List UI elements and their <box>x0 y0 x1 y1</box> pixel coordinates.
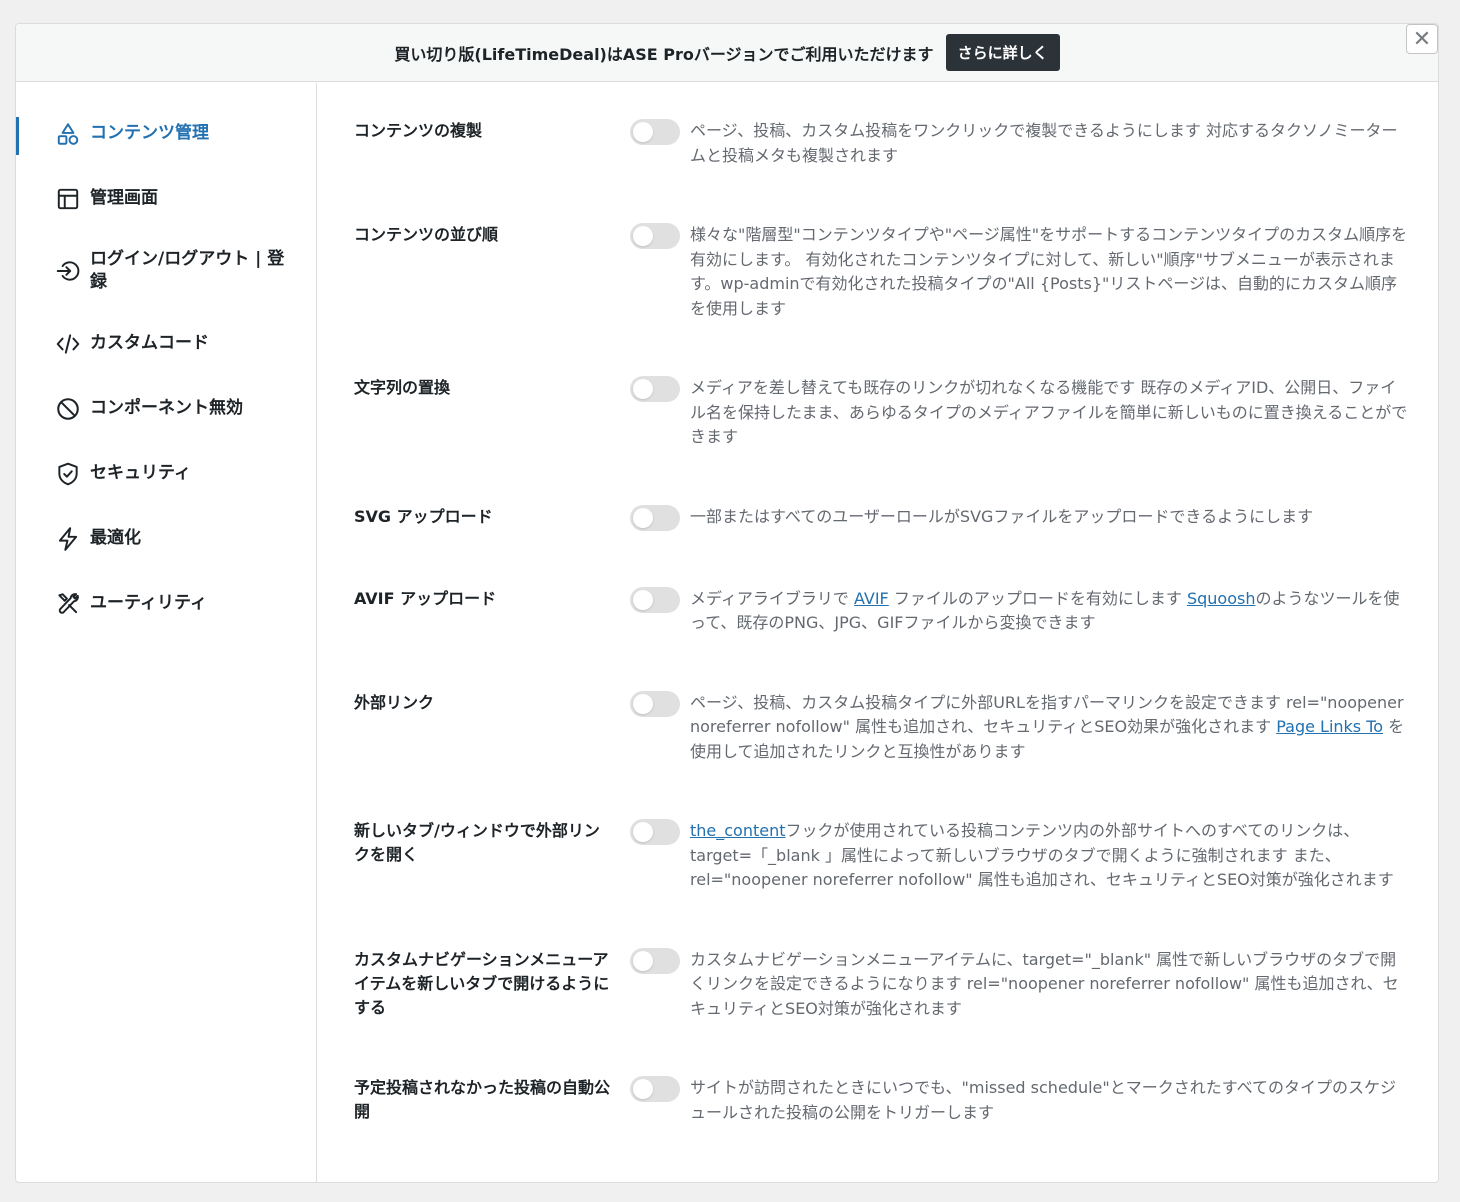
setting-row: カスタムナビゲーションメニューアイテムを新しいタブで開けるようにする カスタムナ… <box>354 947 1408 1022</box>
string-replace-toggle[interactable] <box>630 376 680 402</box>
setting-row: コンテンツの並び順 様々な"階層型"コンテンツタイプや"ページ属性"をサポートす… <box>354 223 1408 321</box>
learn-more-button[interactable]: さらに詳しく <box>945 34 1060 71</box>
setting-description: メディアを差し替えても既存のリンクが切れなくなる機能です 既存のメディアID、公… <box>690 376 1408 450</box>
setting-title: コンテンツの並び順 <box>354 225 499 244</box>
setting-title: AVIF アップロード <box>354 588 497 608</box>
settings-content: コンテンツの複製 ページ、投稿、カスタム投稿をワンクリックで複製できるようにしま… <box>318 83 1438 1182</box>
sidebar-item-disable-components[interactable]: コンポーネント無効 <box>16 376 316 441</box>
sidebar-item-admin-interface[interactable]: 管理画面 <box>16 166 316 231</box>
external-links-toggle[interactable] <box>630 690 680 717</box>
sidebar-item-custom-code[interactable]: カスタムコード <box>16 311 316 376</box>
promo-banner: 買い切り版(LifeTimeDeal)はASE Proバージョンでご利用いただけ… <box>16 24 1438 82</box>
description-text: メディアを差し替えても既存のリンクが切れなくなる機能です 既存のメディアID、公… <box>690 378 1408 446</box>
shapes-icon <box>54 120 82 148</box>
setting-title: カスタムナビゲーションメニューアイテムを新しいタブで開けるようにする <box>354 949 610 1017</box>
sidebar-item-content-management[interactable]: コンテンツ管理 <box>16 101 316 166</box>
squoosh-link[interactable]: Squoosh <box>1187 589 1256 608</box>
shield-check-icon <box>54 460 82 488</box>
setting-row: コンテンツの複製 ページ、投稿、カスタム投稿をワンクリックで複製できるようにしま… <box>354 119 1408 168</box>
setting-title: 外部リンク <box>354 692 435 712</box>
custom-nav-new-tab-toggle[interactable] <box>630 947 680 974</box>
page-links-to-link[interactable]: Page Links To <box>1276 717 1383 736</box>
sidebar-item-label: 最適化 <box>90 528 141 549</box>
description-text: ページ、投稿、カスタム投稿をワンクリックで複製できるようにします 対応するタクソ… <box>690 121 1398 165</box>
setting-description: the_contentフックが使用されている投稿コンテンツ内の外部サイトへのすべ… <box>690 819 1408 893</box>
the-content-link[interactable]: the_content <box>690 821 786 840</box>
svg-upload-toggle[interactable] <box>630 504 680 531</box>
setting-title: 文字列の置換 <box>354 378 451 397</box>
sidebar-item-label: コンポーネント無効 <box>90 398 243 419</box>
description-text: カスタムナビゲーションメニューアイテムに、target="_blank" 属性で… <box>690 949 1399 1018</box>
sidebar-item-optimization[interactable]: 最適化 <box>16 506 316 571</box>
setting-description: メディアライブラリで AVIF ファイルのアップロードを有効にします Squoo… <box>690 587 1408 636</box>
layout-icon <box>54 185 82 213</box>
setting-title: 予定投稿されなかった投稿の自動公開 <box>354 1078 611 1121</box>
sidebar-item-label: カスタムコード <box>90 333 209 354</box>
missed-schedule-publish-toggle[interactable] <box>630 1076 680 1102</box>
close-button[interactable]: ✕ <box>1406 24 1438 54</box>
description-text: 一部またはすべてのユーザーロールがSVGファイルをアップロードできるようにします <box>690 506 1314 526</box>
content-order-toggle[interactable] <box>630 223 680 249</box>
setting-row: 新しいタブ/ウィンドウで外部リンクを開く the_contentフックが使用され… <box>354 819 1408 893</box>
ban-icon <box>54 395 82 423</box>
open-external-links-new-tab-toggle[interactable] <box>630 819 680 845</box>
content-duplication-toggle[interactable] <box>630 119 680 145</box>
setting-row: AVIF アップロード メディアライブラリで AVIF ファイルのアップロードを… <box>354 586 1408 636</box>
description-text: サイトが訪問されたときにいつでも、"missed schedule"とマークされ… <box>690 1078 1396 1122</box>
code-icon <box>54 330 82 358</box>
setting-row: 外部リンク ページ、投稿、カスタム投稿タイプに外部URLを指すパーマリンクを設定… <box>354 690 1408 765</box>
sidebar: コンテンツ管理 管理画面 ログイン/ログアウト | 登録 カスタムコード コンポ… <box>16 83 317 1182</box>
description-text: ファイルのアップロードを有効にします <box>888 588 1187 608</box>
setting-description: カスタムナビゲーションメニューアイテムに、target="_blank" 属性で… <box>690 948 1408 1022</box>
description-text: メディアライブラリで <box>690 588 854 608</box>
settings-modal: 買い切り版(LifeTimeDeal)はASE Proバージョンでご利用いただけ… <box>15 23 1439 1183</box>
setting-description: サイトが訪問されたときにいつでも、"missed schedule"とマークされ… <box>690 1076 1408 1125</box>
login-icon <box>54 257 82 285</box>
setting-description: ページ、投稿、カスタム投稿タイプに外部URLを指すパーマリンクを設定できます r… <box>690 691 1408 765</box>
close-icon: ✕ <box>1412 26 1432 52</box>
sidebar-item-label: セキュリティ <box>90 463 191 484</box>
sidebar-item-label: コンテンツ管理 <box>90 123 209 144</box>
setting-description: 様々な"階層型"コンテンツタイプや"ページ属性"をサポートするコンテンツタイプの… <box>690 223 1408 321</box>
tools-icon <box>54 590 82 618</box>
sidebar-item-label: 管理画面 <box>90 188 158 209</box>
description-text: 様々な"階層型"コンテンツタイプや"ページ属性"をサポートするコンテンツタイプの… <box>690 225 1408 318</box>
sidebar-item-label: ユーティリティ <box>90 593 207 614</box>
setting-row: 文字列の置換 メディアを差し替えても既存のリンクが切れなくなる機能です 既存のメ… <box>354 376 1408 450</box>
setting-description: 一部またはすべてのユーザーロールがSVGファイルをアップロードできるようにします <box>690 505 1408 530</box>
sidebar-item-security[interactable]: セキュリティ <box>16 441 316 506</box>
avif-link[interactable]: AVIF <box>854 589 889 608</box>
setting-row: SVG アップロード 一部またはすべてのユーザーロールがSVGファイルをアップロ… <box>354 504 1408 531</box>
setting-row: 予定投稿されなかった投稿の自動公開 サイトが訪問されたときにいつでも、"miss… <box>354 1076 1408 1125</box>
promo-banner-text: 買い切り版(LifeTimeDeal)はASE Proバージョンでご利用いただけ… <box>394 44 934 64</box>
avif-upload-toggle[interactable] <box>630 586 680 613</box>
setting-description: ページ、投稿、カスタム投稿をワンクリックで複製できるようにします 対応するタクソ… <box>690 119 1408 168</box>
setting-title: 新しいタブ/ウィンドウで外部リンクを開く <box>354 821 600 864</box>
sidebar-item-label: ログイン/ログアウト | 登録 <box>90 249 285 292</box>
setting-title: SVG アップロード <box>354 506 493 526</box>
description-text: フックが使用されている投稿コンテンツ内の外部サイトへのすべてのリンクは、targ… <box>690 821 1394 889</box>
setting-title: コンテンツの複製 <box>354 121 483 140</box>
sidebar-item-utilities[interactable]: ユーティリティ <box>16 571 316 636</box>
lightning-icon <box>54 525 82 553</box>
sidebar-item-login-logout[interactable]: ログイン/ログアウト | 登録 <box>16 231 316 311</box>
